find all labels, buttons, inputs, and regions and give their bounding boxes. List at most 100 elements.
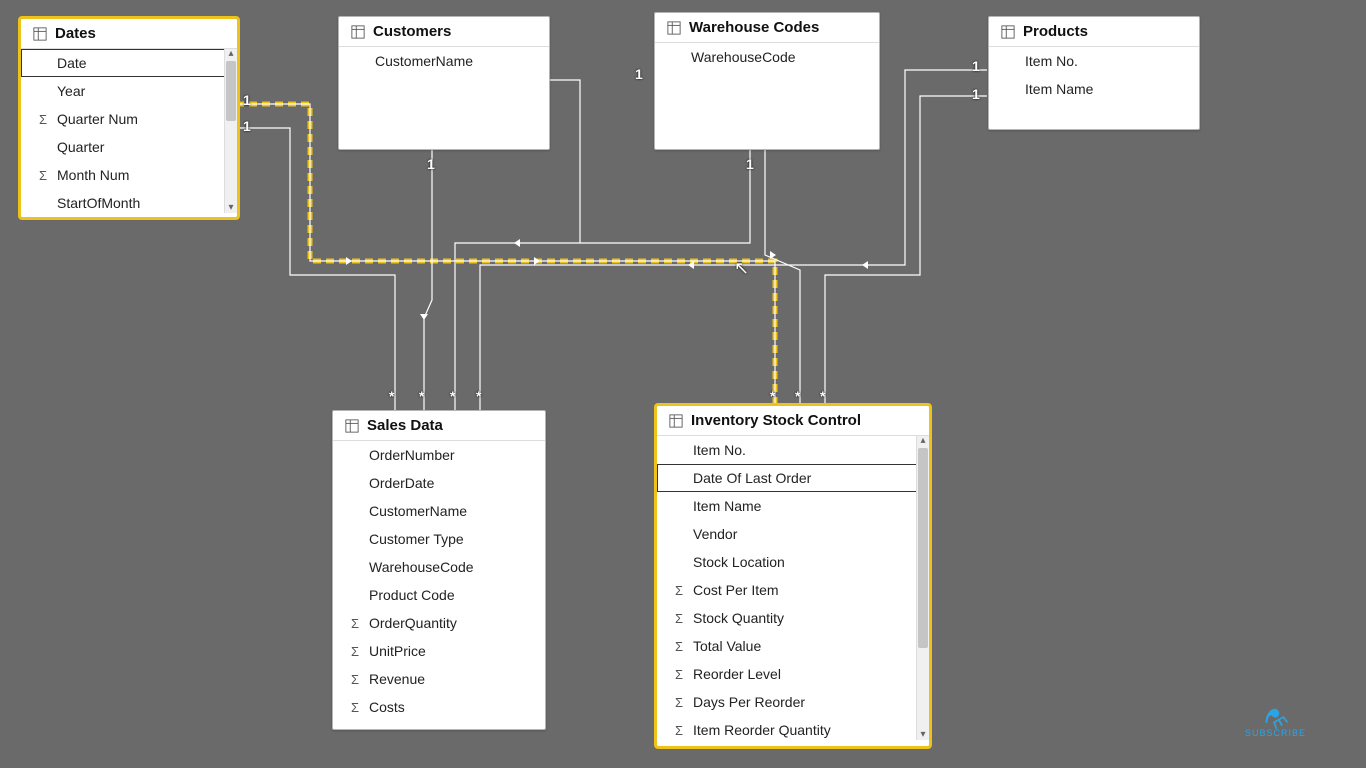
field-row[interactable]: ΣRevenue bbox=[333, 665, 545, 693]
table-warehouse-codes[interactable]: Warehouse Codes WarehouseCode bbox=[654, 12, 880, 150]
field-row[interactable]: ΣDays Per Reorder bbox=[657, 688, 929, 716]
field-row[interactable]: ΣQuarter Num bbox=[21, 105, 237, 133]
field-label: WarehouseCode bbox=[369, 559, 537, 575]
field-label: Year bbox=[57, 83, 229, 99]
field-row[interactable]: Customer Type bbox=[333, 525, 545, 553]
field-label: Item Name bbox=[1025, 81, 1191, 97]
field-label: Total Value bbox=[693, 638, 921, 654]
field-list: Item No. Item Name bbox=[989, 47, 1199, 103]
field-row[interactable]: Σ Costs bbox=[333, 693, 545, 721]
model-canvas[interactable]: 1 1 1 1 1 1 1 * * * * * * * Dates DateYe… bbox=[0, 0, 1366, 768]
table-header[interactable]: Warehouse Codes bbox=[655, 13, 879, 43]
field-row[interactable]: WarehouseCode bbox=[333, 553, 545, 581]
field-row[interactable]: CustomerName bbox=[339, 47, 549, 75]
sigma-icon: Σ bbox=[671, 723, 687, 738]
field-row[interactable]: Σ UnitPrice bbox=[333, 637, 545, 665]
field-row[interactable]: StartOfMonth bbox=[21, 189, 237, 213]
table-icon bbox=[351, 25, 365, 39]
cardinality-many: * bbox=[770, 388, 775, 404]
scroll-up-icon[interactable]: ▴ bbox=[918, 436, 928, 446]
field-row[interactable]: Σ Total Value bbox=[657, 632, 929, 660]
field-label: Cost Per Item bbox=[693, 582, 921, 598]
field-row[interactable]: Σ Item Reorder Quantity bbox=[657, 716, 929, 740]
field-row[interactable]: Σ Cost Per Item bbox=[657, 576, 929, 604]
field-label: Item No. bbox=[693, 442, 921, 458]
table-inventory-stock-control[interactable]: Inventory Stock Control Item No. Date Of … bbox=[656, 405, 930, 747]
field-row[interactable]: OrderDate bbox=[333, 469, 545, 497]
cardinality-one: 1 bbox=[746, 156, 754, 172]
sigma-icon: Σ bbox=[671, 583, 687, 598]
scrollbar-vertical[interactable]: ▴ ▾ bbox=[916, 436, 929, 740]
field-row[interactable]: Vendor bbox=[657, 520, 929, 548]
scroll-down-icon[interactable]: ▾ bbox=[226, 203, 236, 213]
field-label: Product Code bbox=[369, 587, 537, 603]
table-title: Customers bbox=[373, 23, 451, 40]
cardinality-many: * bbox=[450, 388, 455, 404]
table-icon bbox=[345, 419, 359, 433]
field-row[interactable]: ΣOrderQuantity bbox=[333, 609, 545, 637]
field-row[interactable]: Item Name bbox=[989, 75, 1199, 103]
scrollbar-vertical[interactable]: ▴ ▾ bbox=[224, 49, 237, 213]
field-label: Date bbox=[57, 55, 229, 71]
field-row[interactable]: WarehouseCode bbox=[655, 43, 879, 71]
cardinality-one: 1 bbox=[427, 156, 435, 172]
field-label: Reorder Level bbox=[693, 666, 921, 682]
cardinality-many: * bbox=[795, 388, 800, 404]
field-label: Date Of Last Order bbox=[693, 470, 921, 486]
field-label: Stock Location bbox=[693, 554, 921, 570]
table-dates[interactable]: Dates Date Year ΣQuarter NumQuarterΣMonth … bbox=[20, 18, 238, 218]
field-label: WarehouseCode bbox=[691, 49, 871, 65]
field-row[interactable]: ΣStock Quantity bbox=[657, 604, 929, 632]
table-title: Warehouse Codes bbox=[689, 19, 819, 36]
table-header[interactable]: Sales Data bbox=[333, 411, 545, 441]
field-list: Item No. Date Of Last Order Item Name Vendo… bbox=[657, 436, 929, 740]
field-row[interactable]: Product Code bbox=[333, 581, 545, 609]
field-row[interactable]: Item No. bbox=[989, 47, 1199, 75]
sigma-icon: Σ bbox=[671, 639, 687, 654]
field-row[interactable]: OrderNumber bbox=[333, 441, 545, 469]
field-row[interactable]: Item No. bbox=[657, 436, 929, 464]
sigma-icon: Σ bbox=[671, 695, 687, 710]
scroll-up-icon[interactable]: ▴ bbox=[226, 49, 236, 59]
cardinality-one: 1 bbox=[972, 58, 980, 74]
field-row[interactable]: ΣReorder Level bbox=[657, 660, 929, 688]
field-row[interactable]: Date bbox=[21, 49, 237, 77]
scroll-thumb[interactable] bbox=[918, 448, 928, 648]
field-label: CustomerName bbox=[369, 503, 537, 519]
field-row[interactable]: Item Name bbox=[657, 492, 929, 520]
field-label: OrderNumber bbox=[369, 447, 537, 463]
field-row[interactable]: CustomerName bbox=[333, 497, 545, 525]
subscribe-badge: ⚗ SUBSCRIBE bbox=[1245, 710, 1306, 738]
field-row[interactable]: Year bbox=[21, 77, 237, 105]
table-header[interactable]: Dates bbox=[21, 19, 237, 49]
field-list: Date Year ΣQuarter NumQuarterΣMonth NumSta… bbox=[21, 49, 237, 213]
table-icon bbox=[1001, 25, 1015, 39]
scroll-down-icon[interactable]: ▾ bbox=[918, 730, 928, 740]
field-label: UnitPrice bbox=[369, 643, 537, 659]
field-label: Costs bbox=[369, 699, 537, 715]
cardinality-many: * bbox=[820, 388, 825, 404]
table-title: Products bbox=[1023, 23, 1088, 40]
sigma-icon: Σ bbox=[347, 644, 363, 659]
field-row[interactable]: Quarter bbox=[21, 133, 237, 161]
cardinality-one: 1 bbox=[972, 86, 980, 102]
table-header[interactable]: Customers bbox=[339, 17, 549, 47]
table-header[interactable]: Inventory Stock Control bbox=[657, 406, 929, 436]
table-products[interactable]: Products Item No. Item Name bbox=[988, 16, 1200, 130]
field-row[interactable]: Stock Location bbox=[657, 548, 929, 576]
table-header[interactable]: Products bbox=[989, 17, 1199, 47]
sigma-icon: Σ bbox=[35, 112, 51, 127]
table-sales-data[interactable]: Sales Data OrderNumber OrderDate CustomerN… bbox=[332, 410, 546, 730]
field-row[interactable]: ΣMonth Num bbox=[21, 161, 237, 189]
scroll-thumb[interactable] bbox=[226, 61, 236, 121]
sigma-icon: Σ bbox=[347, 700, 363, 715]
table-icon bbox=[669, 414, 683, 428]
sigma-icon: Σ bbox=[347, 672, 363, 687]
field-label: Stock Quantity bbox=[693, 610, 921, 626]
table-title: Dates bbox=[55, 25, 96, 42]
field-list: OrderNumber OrderDate CustomerName Customer… bbox=[333, 441, 545, 721]
table-customers[interactable]: Customers CustomerName bbox=[338, 16, 550, 150]
field-label: Vendor bbox=[693, 526, 921, 542]
field-label: Item Reorder Quantity bbox=[693, 722, 921, 738]
field-row[interactable]: Date Of Last Order bbox=[657, 464, 929, 492]
